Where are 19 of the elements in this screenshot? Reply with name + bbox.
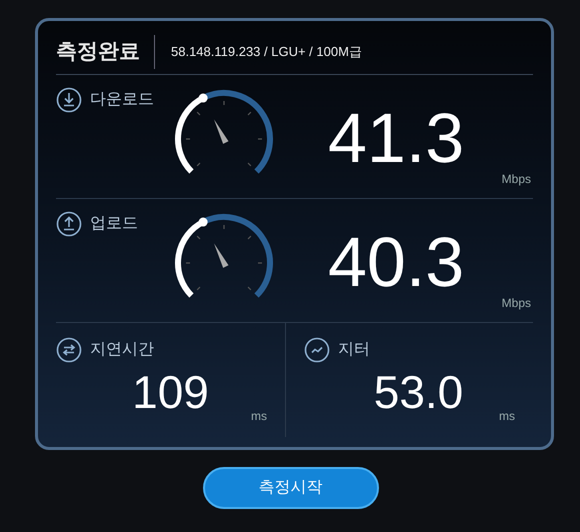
speed-value: 40.3 <box>328 227 464 297</box>
metric-label: 지터 <box>338 340 370 360</box>
unit-label: ms <box>499 408 515 425</box>
swap-arrows-icon <box>56 337 82 363</box>
speed-value: 41.3 <box>328 103 464 173</box>
metric-label: 지연시간 <box>90 340 154 360</box>
upload-icon <box>56 211 82 237</box>
metric-value: 109 <box>131 365 210 415</box>
speed-label: 업로드 <box>90 214 138 234</box>
unit-label: Mbps <box>502 295 531 312</box>
status-title: 측정완료 <box>56 34 155 68</box>
download-icon <box>56 87 82 113</box>
unit-label: ms <box>251 408 267 425</box>
connection-info: 58.148.119.233 / LGU+ / 100M급 <box>170 42 362 61</box>
wave-icon <box>304 337 330 363</box>
speed-label: 다운로드 <box>90 90 154 110</box>
metric-value: 53.0 <box>372 365 464 415</box>
unit-label: Mbps <box>502 171 531 188</box>
start-button[interactable]: 측정시작 <box>202 467 378 509</box>
